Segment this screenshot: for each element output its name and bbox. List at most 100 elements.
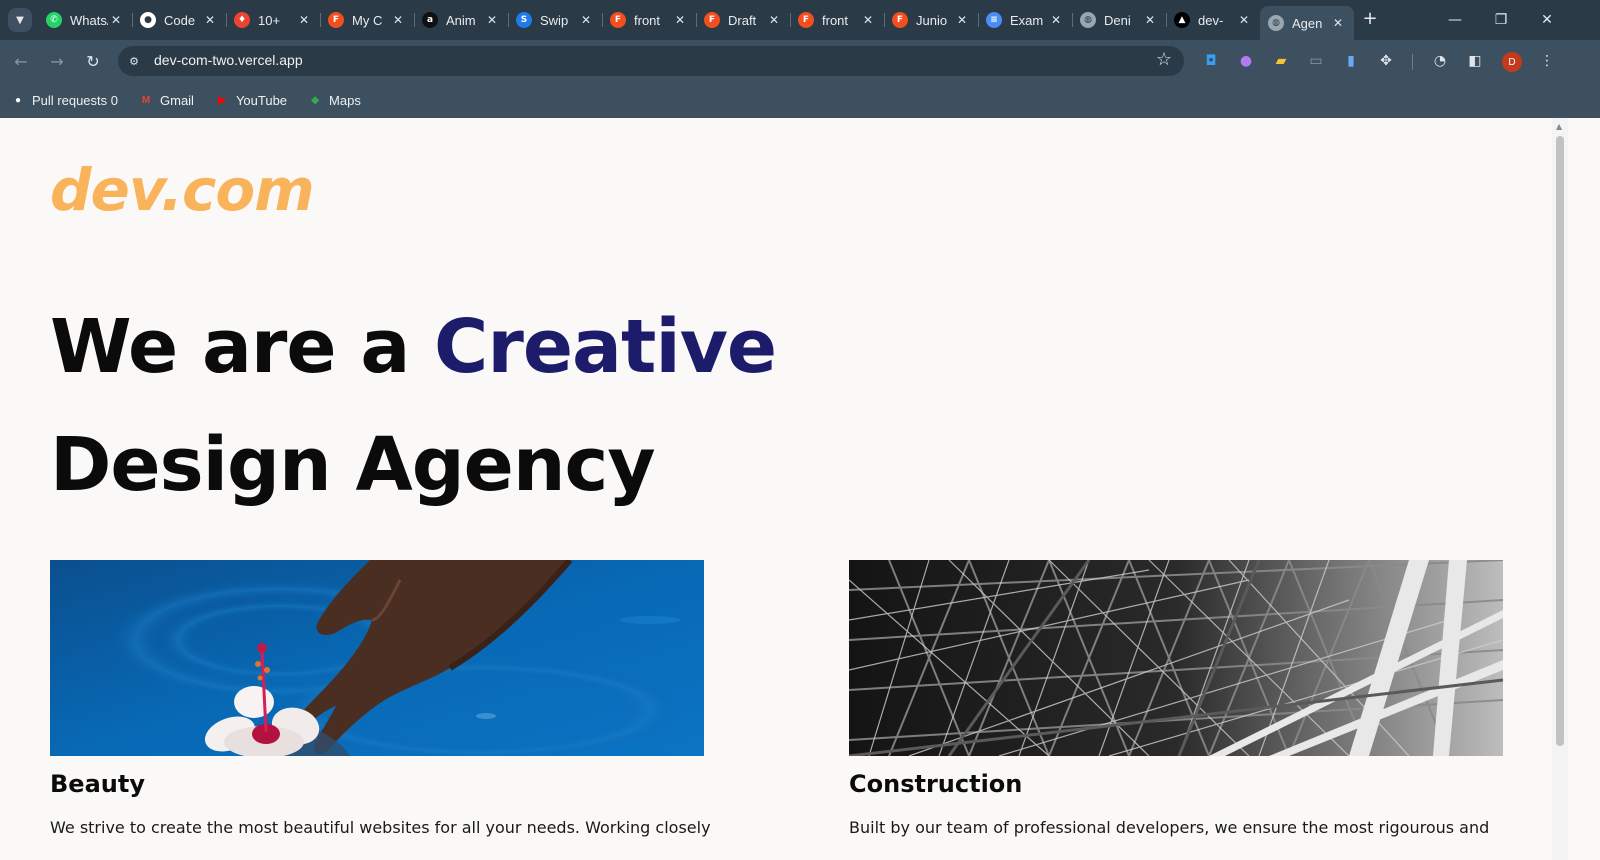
hero-line1-plain: We are a xyxy=(50,304,435,390)
plus-icon: + xyxy=(1362,8,1378,29)
browser-tab[interactable]: ◍ Deni ✕ xyxy=(1072,6,1166,34)
restore-button[interactable]: ❐ xyxy=(1478,0,1524,40)
bookmark-star-icon[interactable]: ☆ xyxy=(1156,49,1172,70)
card-image-beauty xyxy=(50,560,704,756)
fire-icon: ♦ xyxy=(234,12,250,28)
extension-gradient-icon[interactable]: ● xyxy=(1236,51,1256,71)
close-tab-icon[interactable]: ✕ xyxy=(296,13,312,27)
minimize-button[interactable]: — xyxy=(1432,0,1478,40)
scroll-thumb[interactable] xyxy=(1556,136,1564,746)
back-button[interactable]: ← xyxy=(8,48,34,74)
extension-device-icon[interactable]: ▭ xyxy=(1306,51,1326,71)
reload-icon: ↻ xyxy=(86,51,100,71)
tab-title: My C xyxy=(352,12,383,28)
whatsapp-icon: ✆ xyxy=(46,12,62,28)
close-tab-icon[interactable]: ✕ xyxy=(108,13,124,27)
tab-title: front xyxy=(634,12,661,28)
close-tab-icon[interactable]: ✕ xyxy=(578,13,594,27)
page-viewport: dev.com We are a Creative Design Agency xyxy=(0,118,1552,860)
browser-tab[interactable]: ● Code ✕ xyxy=(132,6,226,34)
docs-icon: ≡ xyxy=(986,12,1002,28)
extensions-puzzle-icon[interactable]: ✥ xyxy=(1376,51,1396,71)
github-icon: ● xyxy=(14,94,22,106)
bookmark-item[interactable]: ◆ Maps xyxy=(307,92,361,108)
card-text-construction: Built by our team of professional develo… xyxy=(849,818,1490,837)
forward-button[interactable]: → xyxy=(44,48,70,74)
browser-tab[interactable]: ◍ Agen ✕ xyxy=(1260,6,1354,40)
close-tab-icon[interactable]: ✕ xyxy=(484,13,500,27)
scroll-up-arrow-icon[interactable]: ▲ xyxy=(1556,122,1562,131)
arrow-right-icon: → xyxy=(50,51,64,71)
bookmark-item[interactable]: ● Pull requests 0 xyxy=(10,92,118,108)
browser-tab[interactable]: ≡ Exam ✕ xyxy=(978,6,1072,34)
address-bar[interactable]: ⚙ dev-com-two.vercel.app ☆ xyxy=(118,46,1184,76)
extension-folder-icon[interactable]: ▰ xyxy=(1271,51,1291,71)
card-image-construction xyxy=(849,560,1503,756)
site-info-icon[interactable]: ⚙ xyxy=(124,51,144,71)
service-card-beauty: Beauty We strive to create the most beau… xyxy=(50,560,711,837)
browser-tab[interactable]: ♦ 10+ ✕ xyxy=(226,6,320,34)
extension-screenshot-icon[interactable]: ◘ xyxy=(1201,51,1221,71)
hero-accent-word: Creative xyxy=(434,304,777,390)
tab-title: Draft xyxy=(728,12,757,28)
browser-tab[interactable]: F Draft ✕ xyxy=(696,6,790,34)
figma-icon: F xyxy=(798,12,814,28)
close-window-button[interactable]: ✕ xyxy=(1524,0,1570,40)
site-logo[interactable]: dev.com xyxy=(50,156,315,224)
tab-strip: ▼ ✆WhatsApp✕●Code✕♦10+✕FMy C✕aAnim✕SSwip… xyxy=(0,0,1600,40)
bookmark-item[interactable]: M Gmail xyxy=(138,92,194,108)
tab-title: Code xyxy=(164,12,196,28)
service-card-construction: Construction Built by our team of profes… xyxy=(849,560,1503,837)
github-icon: ● xyxy=(140,12,156,28)
toolbar-divider xyxy=(1412,54,1413,70)
browser-tab[interactable]: Ffront ✕ xyxy=(602,6,696,34)
browser-tab[interactable]: S Swip ✕ xyxy=(508,6,602,34)
close-tab-icon[interactable]: ✕ xyxy=(1236,13,1252,27)
url-text[interactable]: dev-com-two.vercel.app xyxy=(154,52,303,68)
swiper-icon: S xyxy=(516,12,532,28)
card-text-beauty: We strive to create the most beautiful w… xyxy=(50,818,711,837)
chevron-down-icon: ▼ xyxy=(16,14,24,26)
tab-title: Junio xyxy=(916,12,948,28)
reload-button[interactable]: ↻ xyxy=(80,48,106,74)
close-tab-icon[interactable]: ✕ xyxy=(1330,16,1346,30)
close-tab-icon[interactable]: ✕ xyxy=(954,13,970,27)
close-tab-icon[interactable]: ✕ xyxy=(390,13,406,27)
water-hibiscus-image xyxy=(50,560,704,756)
browser-tab[interactable]: F Junio ✕ xyxy=(884,6,978,34)
tab-search-button[interactable]: ▼ xyxy=(8,8,32,32)
close-tab-icon[interactable]: ✕ xyxy=(202,13,218,27)
close-tab-icon[interactable]: ✕ xyxy=(1048,13,1064,27)
tab-title: Exam xyxy=(1010,12,1044,28)
profile-avatar[interactable]: D xyxy=(1502,52,1522,72)
side-panel-icon[interactable]: ◧ xyxy=(1465,51,1485,71)
close-tab-icon[interactable]: ✕ xyxy=(766,13,782,27)
bookmark-item[interactable]: ▶ YouTube xyxy=(214,92,287,108)
close-icon: ✕ xyxy=(1541,12,1553,28)
close-tab-icon[interactable]: ✕ xyxy=(672,13,688,27)
tab-title: 10+ xyxy=(258,12,281,28)
card-title-beauty: Beauty xyxy=(50,770,145,798)
tab-title: dev- xyxy=(1198,12,1224,28)
new-tab-button[interactable]: + xyxy=(1358,8,1382,32)
browser-tab[interactable]: F My C ✕ xyxy=(320,6,414,34)
maps-icon: ◆ xyxy=(311,94,319,106)
tab-title: Agen xyxy=(1292,15,1323,31)
figma-icon: F xyxy=(610,12,626,28)
tab-title: Deni xyxy=(1104,12,1131,28)
extension-files-icon[interactable]: ▮ xyxy=(1341,51,1361,71)
close-tab-icon[interactable]: ✕ xyxy=(860,13,876,27)
youtube-icon: ▶ xyxy=(218,94,226,106)
bookmark-label: Gmail xyxy=(160,92,194,108)
more-menu-icon[interactable]: ⋮ xyxy=(1537,51,1557,71)
globe-icon: ◍ xyxy=(1080,12,1096,28)
browser-tab[interactable]: ▲ dev- ✕ xyxy=(1166,6,1260,34)
performance-icon[interactable]: ◔ xyxy=(1430,51,1450,71)
browser-tab[interactable]: ✆ WhatsApp✕ xyxy=(38,6,132,34)
figma-icon: F xyxy=(328,12,344,28)
browser-tab[interactable]: Ffront ✕ xyxy=(790,6,884,34)
browser-tab[interactable]: a Anim ✕ xyxy=(414,6,508,34)
arrow-left-icon: ← xyxy=(14,51,28,71)
page-scrollbar[interactable]: ▲ xyxy=(1552,118,1568,860)
close-tab-icon[interactable]: ✕ xyxy=(1142,13,1158,27)
